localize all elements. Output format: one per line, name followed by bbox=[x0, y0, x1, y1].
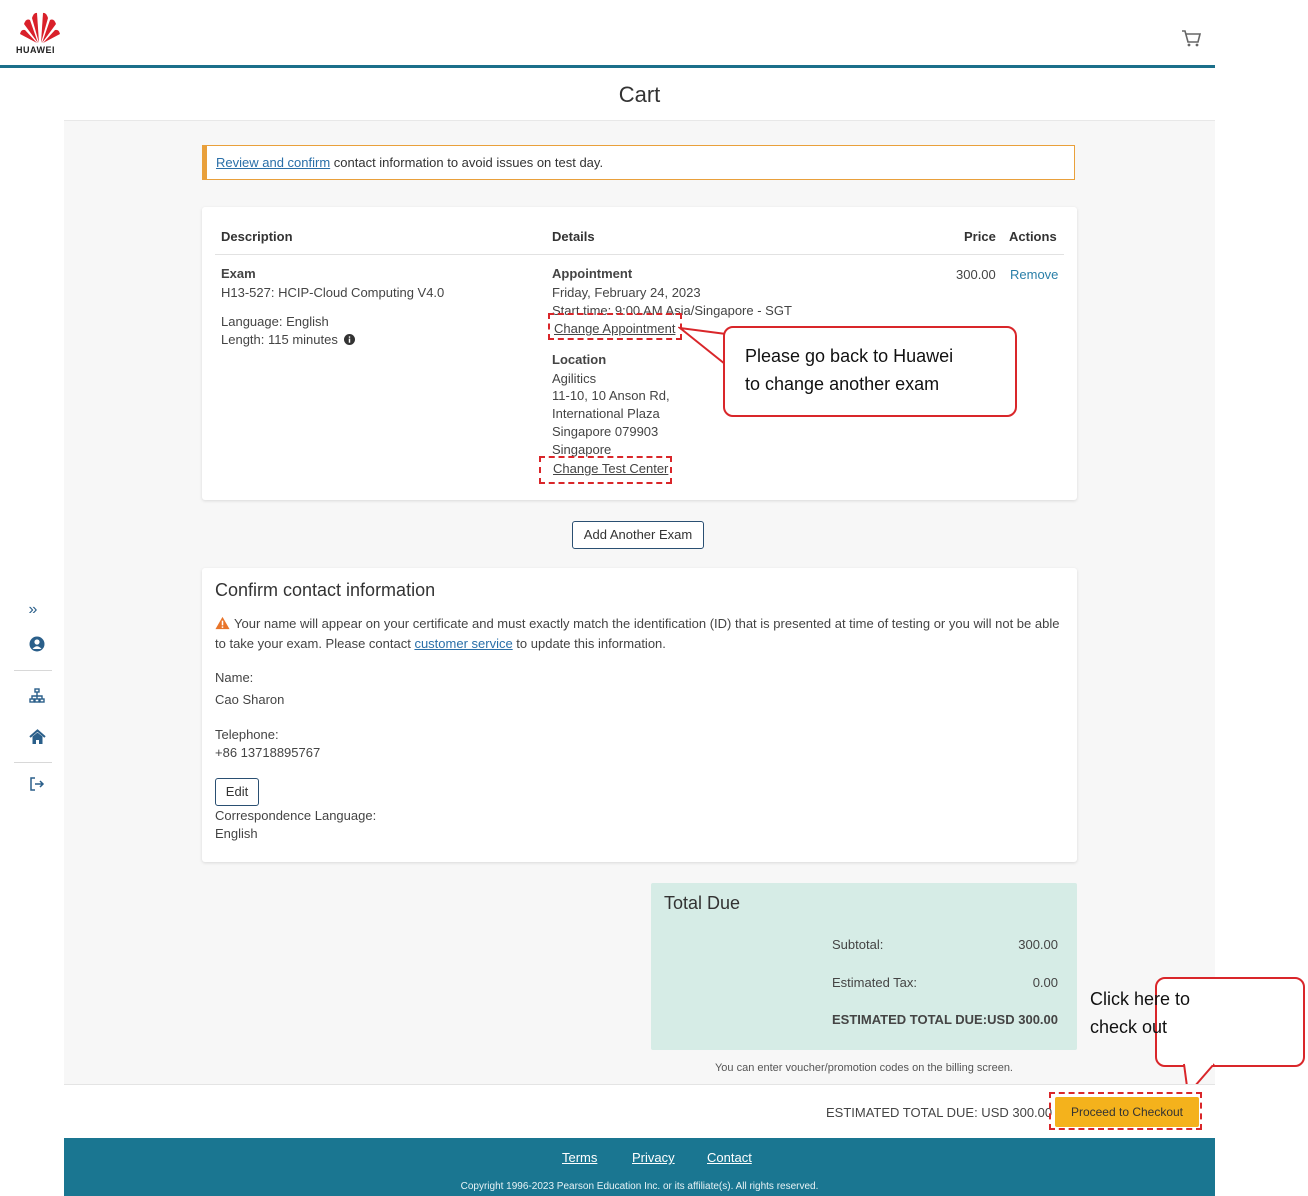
estimated-tax-label: Estimated Tax: bbox=[832, 975, 918, 990]
sitemap-icon[interactable] bbox=[29, 688, 45, 704]
table-header-divider bbox=[215, 254, 1064, 255]
estimated-total-label: ESTIMATED TOTAL DUE: bbox=[832, 1012, 988, 1027]
location-building: International Plaza bbox=[552, 406, 660, 421]
subtotal-label: Subtotal: bbox=[832, 937, 884, 952]
copyright-text: Copyright 1996-2023 Pearson Education In… bbox=[460, 1181, 819, 1192]
location-postcode: Singapore 079903 bbox=[552, 424, 659, 439]
subtotal-value: 300.00 bbox=[1018, 937, 1058, 952]
add-another-exam-button[interactable]: Add Another Exam bbox=[572, 521, 704, 549]
location-address: 11-10, 10 Anson Rd, bbox=[552, 388, 670, 403]
telephone-label: Telephone: bbox=[215, 727, 279, 742]
alert-message: Review and confirm contact information t… bbox=[216, 155, 603, 170]
checkout-annotation-line-2: check out bbox=[1090, 1017, 1168, 1037]
home-icon[interactable] bbox=[29, 729, 46, 745]
estimated-total-value: USD 300.00 bbox=[987, 1012, 1058, 1027]
bottom-estimated-total: ESTIMATED TOTAL DUE: USD 300.00 bbox=[826, 1105, 1053, 1120]
exam-name: H13-527: HCIP-Cloud Computing V4.0 bbox=[221, 285, 445, 300]
cart-icon[interactable] bbox=[1180, 28, 1202, 48]
appointment-heading: Appointment bbox=[552, 266, 633, 281]
contact-title: Confirm contact information bbox=[215, 580, 436, 600]
page-title: Cart bbox=[618, 82, 661, 107]
highlight-checkout bbox=[1049, 1092, 1202, 1130]
name-value: Cao Sharon bbox=[215, 692, 285, 707]
remove-link[interactable]: Remove bbox=[1010, 266, 1058, 284]
review-confirm-link[interactable]: Review and confirm bbox=[216, 155, 330, 170]
column-header-description: Description bbox=[221, 229, 293, 244]
top-header bbox=[0, 0, 1215, 66]
brand-name: HUAWEI bbox=[16, 45, 55, 55]
item-price: 300.00 bbox=[956, 267, 996, 282]
location-name: Agilitics bbox=[552, 371, 597, 386]
column-header-details: Details bbox=[552, 229, 595, 244]
telephone-value: +86 13718895767 bbox=[215, 745, 321, 760]
highlight-change-appointment bbox=[548, 313, 682, 340]
footer-terms-link[interactable]: Terms bbox=[562, 1150, 597, 1165]
logout-icon[interactable] bbox=[29, 777, 45, 791]
highlight-change-test-center bbox=[539, 456, 672, 484]
exam-language: Language: English bbox=[221, 314, 329, 329]
checkout-annotation-line-1: Click here to bbox=[1090, 989, 1191, 1009]
annotation-line-1: Please go back to Huawei bbox=[745, 346, 954, 366]
expand-icon[interactable]: » bbox=[22, 599, 44, 621]
customer-service-link[interactable]: customer service bbox=[414, 636, 512, 651]
edit-contact-button[interactable]: Edit bbox=[215, 778, 259, 806]
estimated-tax-value: 0.00 bbox=[1032, 975, 1058, 990]
location-heading: Location bbox=[552, 352, 607, 367]
column-header-price: Price bbox=[964, 229, 996, 244]
annotation-callout-text: Please go back to Huawei to change anothe… bbox=[745, 342, 1005, 398]
correspondence-language-value: English bbox=[215, 826, 258, 841]
left-sidebar bbox=[0, 68, 64, 1196]
column-header-actions: Actions bbox=[1009, 229, 1057, 244]
rail-divider bbox=[14, 670, 52, 671]
footer-privacy-link[interactable]: Privacy bbox=[632, 1150, 675, 1165]
exam-length-text: Length: 115 minutes bbox=[221, 332, 338, 347]
voucher-note: You can enter voucher/promotion codes on… bbox=[714, 1062, 1013, 1074]
info-icon[interactable] bbox=[344, 334, 356, 345]
total-due-title: Total Due bbox=[664, 893, 741, 913]
annotation-line-2: to change another exam bbox=[745, 374, 940, 394]
warning-text-end: to update this information. bbox=[512, 636, 666, 651]
checkout-annotation-text: Click here to check out bbox=[1090, 985, 1230, 1041]
exam-length: Length: 115 minutes bbox=[221, 331, 356, 349]
item-type: Exam bbox=[221, 266, 256, 281]
name-warning-message: Your name will appear on your certificat… bbox=[215, 614, 1065, 654]
appointment-date: Friday, February 24, 2023 bbox=[552, 285, 701, 300]
huawei-logo-icon[interactable] bbox=[18, 10, 62, 44]
rail-divider bbox=[14, 762, 52, 763]
correspondence-language-label: Correspondence Language: bbox=[215, 808, 377, 823]
name-label: Name: bbox=[215, 670, 254, 685]
alert-text: contact information to avoid issues on t… bbox=[330, 155, 604, 170]
footer-contact-link[interactable]: Contact bbox=[707, 1150, 752, 1165]
user-icon[interactable] bbox=[29, 636, 45, 652]
